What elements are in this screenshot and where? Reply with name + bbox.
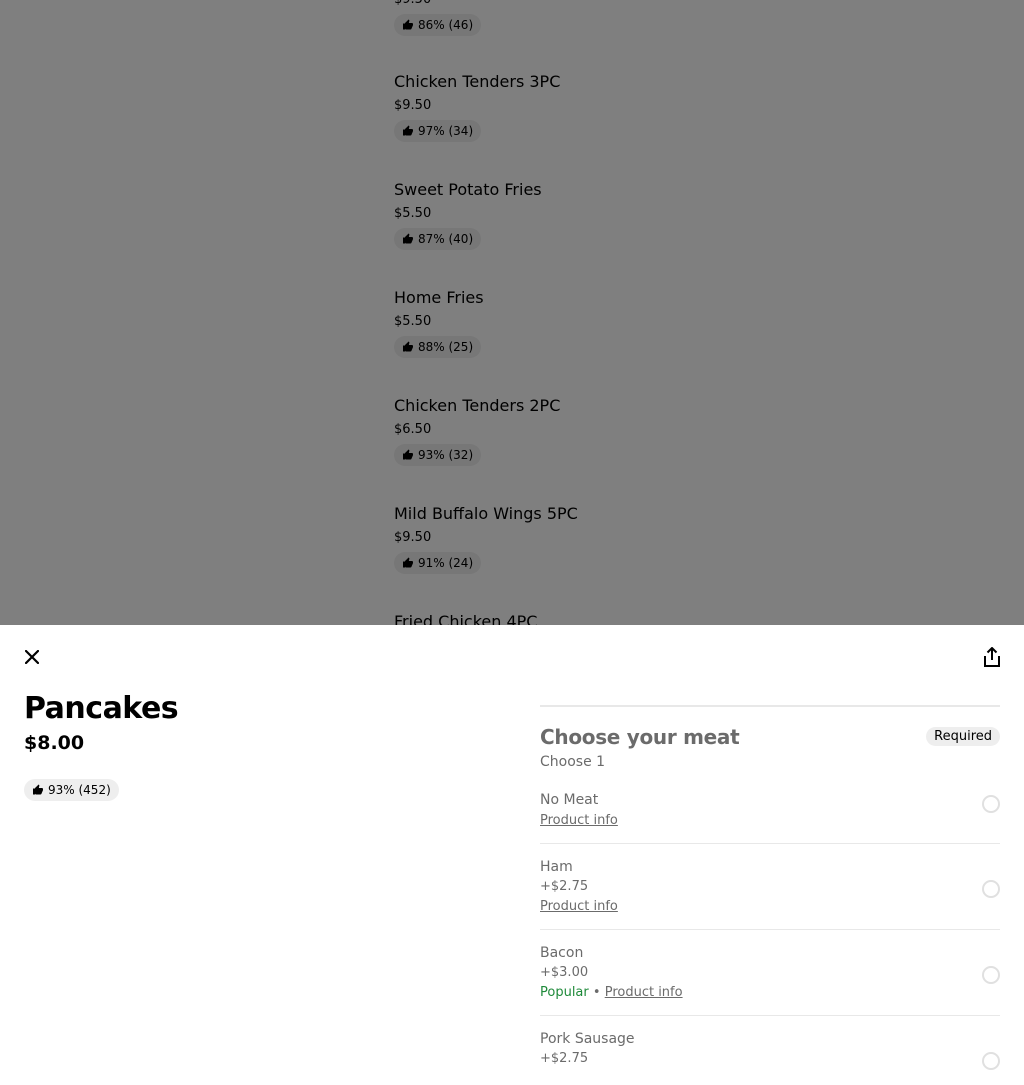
close-button[interactable] [20, 645, 44, 669]
radio-button[interactable] [982, 1052, 1000, 1070]
product-info-link[interactable]: Product info [540, 899, 618, 914]
option-name: No Meat [540, 792, 599, 808]
rating-text: 93% (452) [48, 783, 111, 797]
share-icon [984, 647, 1000, 667]
option-links: Product info [540, 813, 1000, 829]
radio-button[interactable] [982, 880, 1000, 898]
option-price: +$2.75 [540, 1051, 589, 1066]
option-bacon[interactable]: Bacon +$3.00 Popular • Product info [540, 930, 1000, 1016]
option-pork-sausage[interactable]: Pork Sausage +$2.75 [540, 1016, 1000, 1081]
option-name: Ham [540, 859, 573, 875]
option-price: +$3.00 [540, 965, 589, 980]
option-no-meat[interactable]: No Meat Product info [540, 777, 1000, 844]
product-price: $8.00 [24, 732, 85, 754]
thumbs-up-icon [33, 784, 43, 795]
option-links: Popular • Product info [540, 985, 1000, 1001]
popular-label: Popular [540, 985, 589, 1000]
option-name: Bacon [540, 945, 584, 961]
product-rating-badge: 93% (452) [24, 779, 119, 801]
option-group-title: Choose your meat [540, 725, 740, 749]
product-title: Pancakes [24, 691, 179, 726]
close-icon [25, 650, 39, 664]
separator-dot: • [592, 985, 601, 1000]
option-name: Pork Sausage [540, 1031, 635, 1047]
product-modal: Pancakes $8.00 93% (452) Choose your mea… [0, 625, 1024, 1085]
product-info-link[interactable]: Product info [605, 985, 683, 1000]
modal-overlay[interactable] [0, 0, 1024, 625]
option-group-header: Choose your meat Required Choose 1 [540, 707, 1000, 777]
meat-option-group: Choose your meat Required Choose 1 No Me… [540, 705, 1000, 1081]
share-button[interactable] [980, 645, 1004, 669]
radio-button[interactable] [982, 966, 1000, 984]
option-price: +$2.75 [540, 879, 589, 894]
product-info-link[interactable]: Product info [540, 813, 618, 828]
choose-count: Choose 1 [540, 754, 606, 770]
required-badge: Required [926, 727, 1000, 746]
option-ham[interactable]: Ham +$2.75 Product info [540, 844, 1000, 930]
radio-button[interactable] [982, 795, 1000, 813]
option-links: Product info [540, 899, 1000, 915]
